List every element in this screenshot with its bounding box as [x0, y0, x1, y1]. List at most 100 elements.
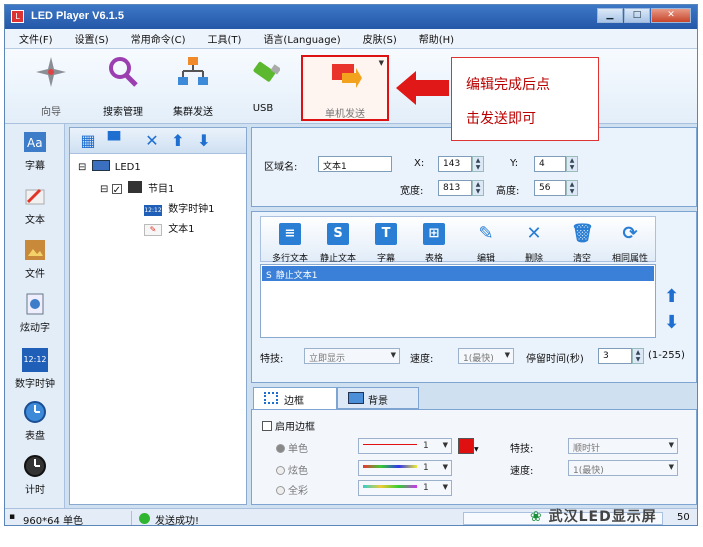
watermark-text: 武汉LED显示屏: [548, 509, 657, 525]
border-color-swatch[interactable]: [458, 438, 474, 454]
resolution-icon: ▪: [9, 512, 16, 522]
enable-border-box[interactable]: [262, 421, 272, 431]
sidebar-label-clock: 数字时钟: [15, 379, 55, 390]
search-manage-button[interactable]: 搜索管理: [93, 55, 153, 118]
stay-range-label: (1-255): [648, 350, 685, 361]
height-label: 高度:: [496, 186, 520, 197]
x-input[interactable]: 143: [438, 156, 472, 172]
region-name-input[interactable]: 文本1: [318, 156, 392, 172]
static-text-label: 静止文本: [319, 254, 356, 264]
border-settings-panel: 启用边框 单色 炫色 全彩 1 1 1 ▼ 特技: 顺时针 速度: 1(最快): [251, 409, 697, 505]
flash-line-select[interactable]: 1: [358, 460, 452, 476]
menu-file[interactable]: 文件(F): [19, 31, 53, 46]
full-line-select[interactable]: 1: [358, 480, 452, 496]
static-text-button[interactable]: S 静止文本: [313, 223, 363, 264]
delete-button[interactable]: ✕ 删除: [509, 223, 559, 264]
border-speed-select[interactable]: 1(最快): [568, 460, 678, 476]
border-effect-select[interactable]: 顺时针: [568, 438, 678, 454]
minimize-button[interactable]: ▁: [597, 8, 623, 23]
tree-node-clock1[interactable]: 12:12 数字时钟1: [144, 200, 215, 216]
sidebar-item-file[interactable]: 文件: [5, 238, 65, 280]
width-spinner[interactable]: ▲ ▼: [472, 180, 484, 196]
status-divider: [131, 511, 132, 525]
move-down-icon[interactable]: ⬇: [194, 131, 214, 151]
collapse-icon[interactable]: ⊟: [100, 184, 108, 195]
y-input[interactable]: 4: [534, 156, 566, 172]
width-input[interactable]: 813: [438, 180, 472, 196]
tree-label-led1: LED1: [114, 162, 141, 173]
close-button[interactable]: ✕: [651, 8, 691, 23]
tab-border[interactable]: 边框: [253, 387, 337, 409]
radio-full[interactable]: 全彩: [276, 482, 308, 497]
sidebar-item-timer[interactable]: 计时: [5, 454, 65, 496]
y-spinner[interactable]: ▲ ▼: [566, 156, 578, 172]
move-up-icon[interactable]: ⬆: [664, 286, 679, 307]
tree-node-program1[interactable]: ⊟ ✓ 节目1: [100, 180, 174, 196]
radio-full-dot[interactable]: [276, 486, 285, 495]
sidebar-item-subtitle[interactable]: Aa 字幕: [5, 130, 65, 172]
stay-time-spinner[interactable]: ▲ ▼: [632, 348, 644, 364]
enable-border-label: 启用边框: [275, 422, 315, 433]
table-label: 表格: [424, 254, 443, 264]
height-spinner[interactable]: ▲ ▼: [566, 180, 578, 196]
left-sidebar: Aa 字幕 文本 文件 炫动字 12:12 数字时钟 表盘 计时: [5, 124, 65, 508]
menu-commands[interactable]: 常用命令(C): [131, 31, 186, 46]
fullcolor-line-preview: [363, 485, 417, 488]
x-spinner[interactable]: ▲ ▼: [472, 156, 484, 172]
sidebar-item-dial[interactable]: 表盘: [5, 400, 65, 442]
multiline-text-button[interactable]: ≡ 多行文本: [265, 223, 315, 264]
cluster-send-button[interactable]: 集群发送: [163, 55, 223, 118]
menu-skin[interactable]: 皮肤(S): [363, 31, 397, 46]
tree-node-led1[interactable]: ⊟ LED1: [78, 160, 141, 173]
digital-clock-node-icon: 12:12: [144, 205, 162, 216]
sidebar-item-text[interactable]: 文本: [5, 184, 65, 226]
single-send-button[interactable]: 单机发送: [301, 55, 389, 121]
menu-tools[interactable]: 工具(T): [208, 31, 242, 46]
stay-time-input[interactable]: 3: [598, 348, 632, 364]
maximize-button[interactable]: □: [624, 8, 650, 23]
collapse-icon[interactable]: ⊟: [78, 162, 86, 173]
single-line-select[interactable]: 1: [358, 438, 452, 454]
compass-star-icon: [36, 57, 66, 87]
color-dropdown-icon[interactable]: ▼: [474, 446, 479, 453]
tab-background[interactable]: 背景: [337, 387, 419, 409]
static-text-icon: S: [327, 223, 349, 245]
sidebar-item-clock[interactable]: 12:12 数字时钟: [5, 348, 65, 390]
radio-flash-dot[interactable]: [276, 466, 285, 475]
list-item[interactable]: S 静止文本1: [262, 266, 654, 281]
effect-select[interactable]: 立即显示: [304, 348, 400, 364]
sidebar-label-timer: 计时: [25, 485, 45, 496]
enable-border-checkbox[interactable]: 启用边框: [262, 418, 315, 433]
speed-select[interactable]: 1(最快): [458, 348, 514, 364]
menu-language[interactable]: 语言(Language): [263, 31, 340, 46]
height-input[interactable]: 56: [534, 180, 566, 196]
wechat-icon: ❀: [530, 509, 543, 525]
move-down-icon[interactable]: ⬇: [664, 312, 679, 333]
move-up-icon[interactable]: ⬆: [168, 131, 188, 151]
static-item-icon: S: [266, 271, 272, 281]
menu-help[interactable]: 帮助(H): [419, 31, 454, 46]
multiline-text-icon: ≡: [279, 223, 301, 245]
subtitle-aa-icon: Aa: [24, 132, 46, 152]
app-window: L LED Player V6.1.5 ▁ □ ✕ 文件(F) 设置(S) 常用…: [4, 4, 698, 526]
edit-button[interactable]: ✎ 编辑: [461, 223, 511, 264]
menu-settings[interactable]: 设置(S): [75, 31, 109, 46]
clear-button[interactable]: 🗑 清空: [557, 223, 607, 264]
subtitle-button[interactable]: T 字幕: [361, 223, 411, 264]
delete-x-icon[interactable]: ✕: [142, 131, 162, 151]
screen-icon[interactable]: ▀: [104, 131, 124, 151]
radio-single[interactable]: 单色: [276, 440, 308, 455]
guide-button[interactable]: 向导: [21, 55, 81, 118]
svg-text:Aa: Aa: [27, 136, 43, 150]
sidebar-item-flash[interactable]: 炫动字: [5, 292, 65, 334]
table-button[interactable]: ⊞ 表格: [409, 223, 459, 264]
film-icon[interactable]: ▦: [78, 131, 98, 151]
program-checkbox[interactable]: ✓: [111, 184, 122, 196]
radio-single-dot[interactable]: [276, 444, 285, 453]
table-icon: ⊞: [423, 223, 445, 245]
radio-flash[interactable]: 炫色: [276, 462, 308, 477]
same-attr-button[interactable]: ⟳ 相同属性: [605, 223, 655, 264]
tree-node-text1[interactable]: ✎ 文本1: [144, 220, 195, 236]
usb-button[interactable]: USB: [233, 55, 293, 114]
region-name-label: 区域名:: [264, 162, 298, 173]
